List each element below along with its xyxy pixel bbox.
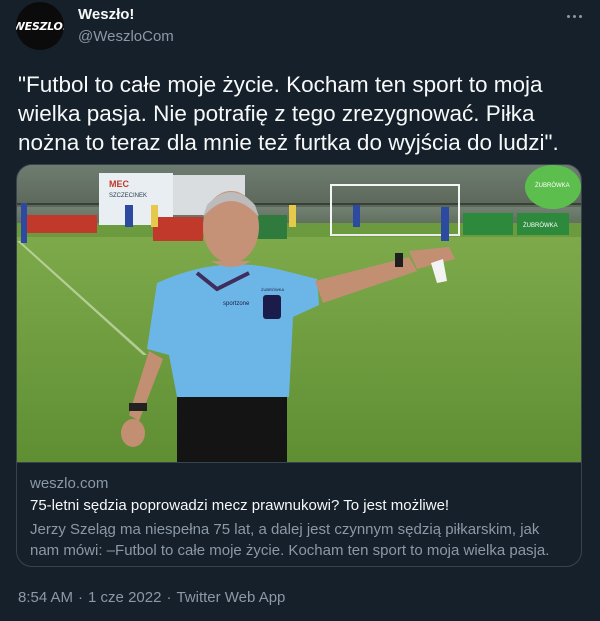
author-handle[interactable]: @WeszloCom bbox=[78, 28, 174, 45]
author-name[interactable]: Weszło! bbox=[78, 6, 134, 23]
shirt-brand-text: sportzone bbox=[223, 301, 250, 307]
card-domain: weszlo.com bbox=[30, 475, 109, 492]
card-description: Jerzy Szeląg ma niespełna 75 lat, a dale… bbox=[30, 521, 550, 566]
meta-separator: · bbox=[166, 589, 172, 606]
tweet: WESZLO! Weszło! @WeszloCom "Futbol to ca… bbox=[0, 0, 600, 621]
tweet-text: "Futbol to całe moje życie. Kocham ten s… bbox=[18, 72, 559, 155]
banner-city-text: SZCZECINEK bbox=[109, 193, 147, 199]
tweet-time[interactable]: 8:54 AM bbox=[18, 589, 73, 606]
avatar[interactable]: WESZLO! bbox=[16, 2, 64, 50]
tweet-meta: 8:54 AM · 1 cze 2022 · Twitter Web App bbox=[18, 589, 285, 606]
card-title[interactable]: 75-letni sędzia poprowadzi mecz prawnuko… bbox=[30, 497, 449, 514]
avatar-logo-text: WESZLO! bbox=[16, 19, 64, 33]
tweet-source[interactable]: Twitter Web App bbox=[176, 589, 285, 606]
more-horizontal-icon[interactable] bbox=[560, 4, 588, 28]
referee-badge-text: ŻUBRÓWKA bbox=[261, 287, 284, 292]
card-body[interactable]: weszlo.com 75-letni sędzia poprowadzi me… bbox=[17, 462, 581, 566]
card-image: MEC SZCZECINEK ŻUBRÓWKA ŻUBRÓWKA ŻUBRÓWK… bbox=[17, 165, 581, 462]
tweet-date[interactable]: 1 cze 2022 bbox=[88, 589, 161, 606]
sponsor-ball-text: ŻUBRÓWKA bbox=[535, 182, 570, 189]
link-card[interactable]: MEC SZCZECINEK ŻUBRÓWKA ŻUBRÓWKA ŻUBRÓWK… bbox=[16, 164, 582, 567]
sponsor-board-text: ŻUBRÓWKA bbox=[523, 222, 558, 229]
meta-separator: · bbox=[78, 589, 84, 606]
banner-mec-text: MEC bbox=[109, 179, 130, 189]
